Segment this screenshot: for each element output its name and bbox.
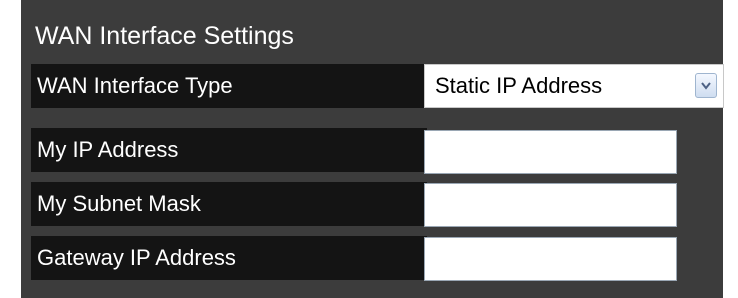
wan-interface-type-label: WAN Interface Type <box>31 64 427 108</box>
wan-interface-type-select[interactable]: Static IP Address <box>424 64 724 108</box>
wan-interface-type-value: Static IP Address <box>435 73 603 98</box>
my-subnet-mask-input[interactable] <box>424 183 677 227</box>
gateway-ip-address-input[interactable] <box>424 237 677 281</box>
chevron-down-icon <box>701 82 711 90</box>
gateway-ip-address-label: Gateway IP Address <box>31 236 427 280</box>
wan-settings-panel: WAN Interface Settings WAN Interface Typ… <box>21 0 724 298</box>
my-subnet-mask-label: My Subnet Mask <box>31 182 427 226</box>
section-title: WAN Interface Settings <box>35 22 294 50</box>
my-ip-address-input[interactable] <box>424 130 677 174</box>
my-ip-address-label: My IP Address <box>31 128 427 172</box>
dropdown-arrow-button[interactable] <box>695 73 717 98</box>
